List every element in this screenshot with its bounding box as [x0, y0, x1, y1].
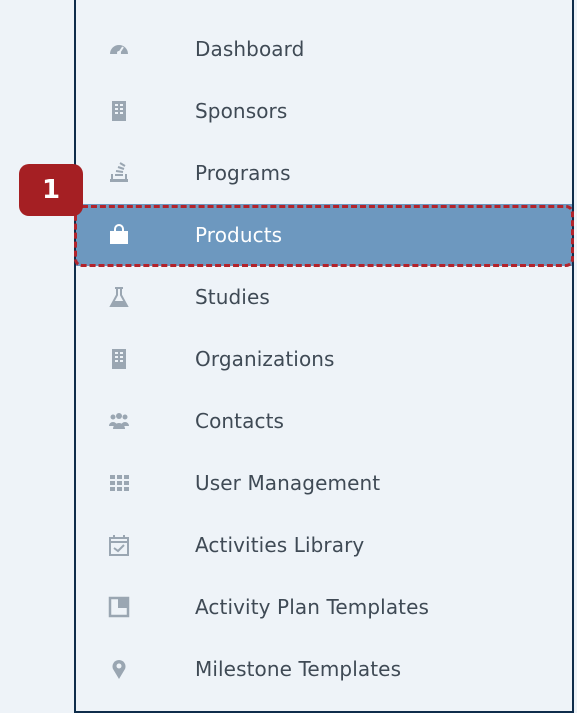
sidebar-item-label: Dashboard	[195, 37, 305, 61]
programs-icon	[108, 162, 130, 184]
sidebar-item-label: Activity Plan Templates	[195, 595, 430, 619]
sidebar-item-dashboard[interactable]: Dashboard	[76, 18, 572, 80]
sidebar-item-sponsors[interactable]: Sponsors	[76, 80, 572, 142]
dashboard-icon	[108, 38, 130, 60]
users-icon	[108, 410, 130, 432]
sidebar-item-label: Milestone Templates	[195, 657, 402, 681]
building-icon	[108, 348, 130, 370]
shopping-bag-icon	[108, 224, 130, 246]
step-badge: 1	[19, 164, 83, 216]
sidebar-nav: Dashboard Sponsors Programs Products Stu…	[76, 18, 572, 700]
template-icon	[108, 596, 130, 618]
map-pin-icon	[108, 658, 130, 680]
sidebar-item-activities-library[interactable]: Activities Library	[76, 514, 572, 576]
sidebar-item-milestone-templates[interactable]: Milestone Templates	[76, 638, 572, 700]
sidebar-item-label: Sponsors	[195, 99, 288, 123]
sidebar-item-label: Studies	[195, 285, 270, 309]
sidebar-item-organizations[interactable]: Organizations	[76, 328, 572, 390]
building-icon	[108, 100, 130, 122]
sidebar-item-user-management[interactable]: User Management	[76, 452, 572, 514]
sidebar-item-label: Products	[195, 223, 283, 247]
grid-icon	[108, 472, 130, 494]
sidebar-item-label: Contacts	[195, 409, 285, 433]
sidebar-item-products[interactable]: Products	[76, 204, 572, 266]
calendar-check-icon	[108, 534, 130, 556]
sidebar-item-contacts[interactable]: Contacts	[76, 390, 572, 452]
sidebar-item-studies[interactable]: Studies	[76, 266, 572, 328]
sidebar-item-label: Activities Library	[195, 533, 365, 557]
sidebar-item-label: Programs	[195, 161, 291, 185]
sidebar-panel: Dashboard Sponsors Programs Products Stu…	[74, 0, 574, 713]
sidebar-item-label: User Management	[195, 471, 381, 495]
flask-icon	[108, 286, 130, 308]
sidebar-item-programs[interactable]: Programs	[76, 142, 572, 204]
sidebar-item-label: Organizations	[195, 347, 335, 371]
sidebar-item-activity-plan-templates[interactable]: Activity Plan Templates	[76, 576, 572, 638]
